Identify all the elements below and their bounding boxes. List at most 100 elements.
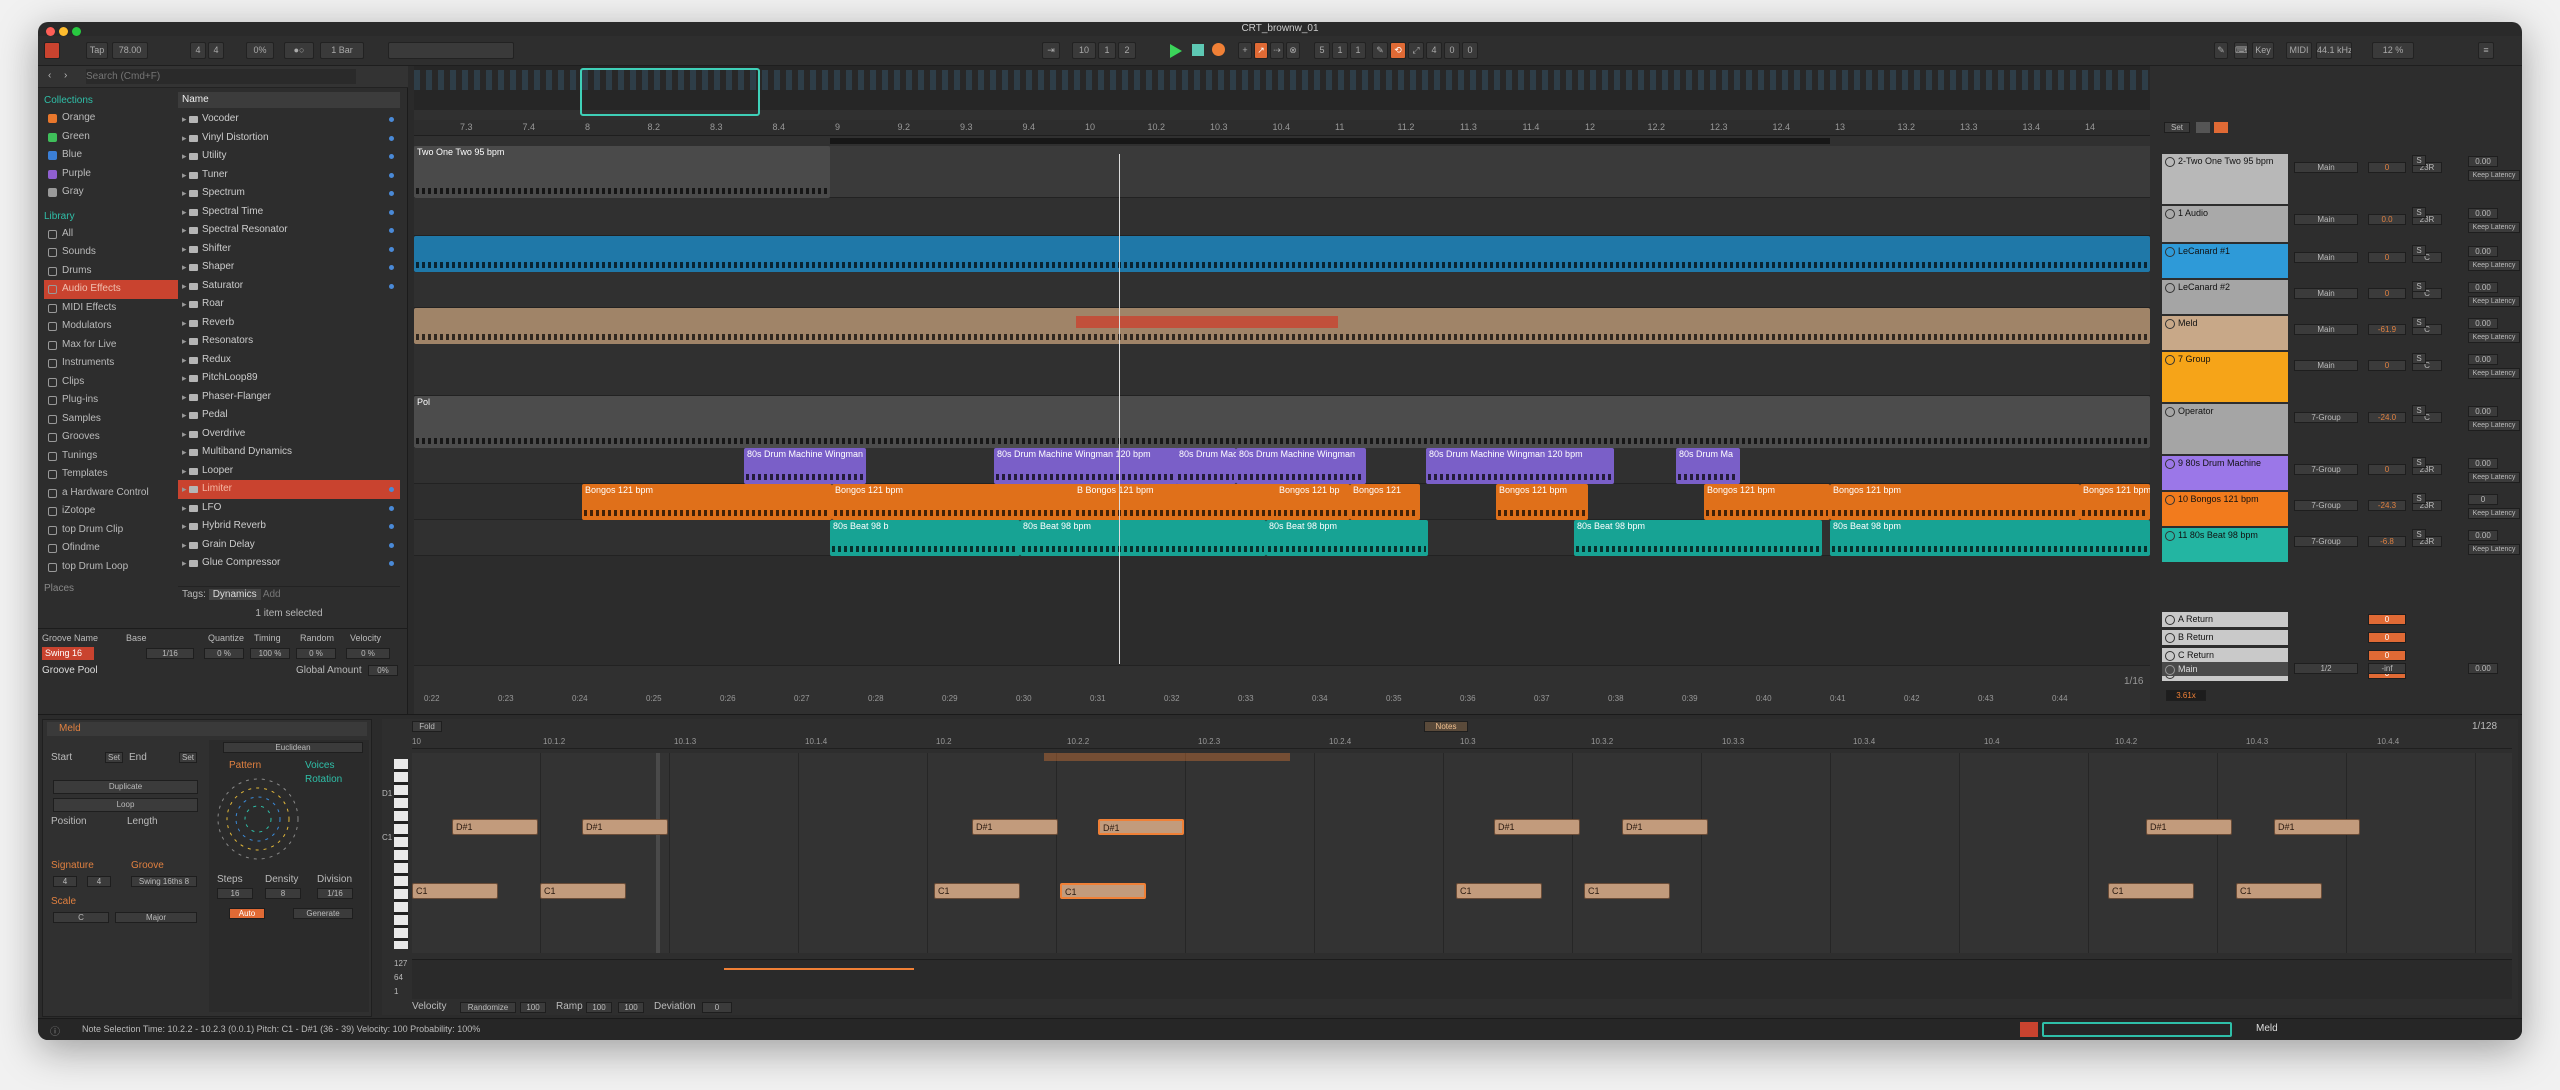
audio-clip[interactable]: 80s Drum Machine Wingman bbox=[1236, 448, 1366, 484]
browser-item[interactable]: Limiter bbox=[178, 480, 400, 499]
deviation-value[interactable]: 0 bbox=[702, 1002, 732, 1013]
track-header[interactable]: LeCanard #1 bbox=[2162, 244, 2288, 278]
keep-latency-button[interactable]: Keep Latency bbox=[2468, 508, 2520, 519]
minimize-window-button[interactable] bbox=[59, 27, 68, 36]
midi-note-d-sharp[interactable]: D#1 bbox=[2146, 819, 2232, 835]
euclid-mode[interactable]: Euclidean bbox=[223, 742, 363, 753]
swing-field[interactable]: 0% bbox=[246, 42, 274, 59]
midi-note-d-sharp[interactable]: D#1 bbox=[1098, 819, 1184, 835]
audio-clip[interactable]: Bongos 121 bpm bbox=[1704, 484, 1830, 520]
status-track-field[interactable] bbox=[2042, 1022, 2232, 1037]
track-db[interactable]: 0.00 bbox=[2468, 156, 2498, 167]
track-volume[interactable]: 0.0 bbox=[2368, 214, 2406, 225]
add-tag[interactable]: Add bbox=[263, 589, 281, 600]
position-sub[interactable]: 2 bbox=[1118, 42, 1136, 59]
track-fold-icon[interactable] bbox=[2165, 283, 2175, 293]
start-set[interactable]: Set bbox=[105, 752, 123, 763]
library-item[interactable]: Plug-ins bbox=[44, 391, 178, 410]
note-loop-bar[interactable] bbox=[1044, 753, 1290, 761]
tap-button[interactable]: Tap bbox=[86, 42, 108, 59]
midi-arrangement-field[interactable] bbox=[388, 42, 514, 59]
audio-clip[interactable]: Bongos 121 bpm bbox=[2080, 484, 2150, 520]
browser-item[interactable]: Shifter bbox=[178, 240, 400, 259]
clip-groove-select[interactable]: Swing 16ths 8 bbox=[131, 876, 197, 887]
bar-ruler[interactable]: 7.3 7.4 8 8.2 8.3 8.4 9 9.2 9.3 9.4 10 10.2 10.3 10.4… bbox=[414, 120, 2150, 136]
track-db[interactable]: 0.00 bbox=[2468, 208, 2498, 219]
loop-length-beat[interactable]: 0 bbox=[1444, 42, 1460, 59]
zoom-level[interactable]: 3.61x bbox=[2166, 690, 2206, 701]
track-header[interactable]: 9 80s Drum Machine bbox=[2162, 456, 2288, 490]
collection-item[interactable]: Purple bbox=[44, 165, 178, 184]
clip-sig-num[interactable]: 4 bbox=[53, 876, 77, 887]
audio-clip[interactable]: Bongos 121 bpm bbox=[582, 484, 832, 520]
track-db[interactable]: 0.00 bbox=[2468, 458, 2498, 469]
track-output-route[interactable]: 7-Group bbox=[2294, 536, 2358, 547]
track-header[interactable]: 10 Bongos 121 bpm bbox=[2162, 492, 2288, 526]
audio-clip[interactable]: 80s Beat 98 bpm bbox=[1830, 520, 2150, 556]
main-route[interactable]: 1/2 bbox=[2294, 663, 2358, 674]
track-fold-icon[interactable] bbox=[2165, 615, 2175, 625]
overview-viewport[interactable] bbox=[580, 68, 760, 116]
track-lane[interactable] bbox=[414, 556, 2150, 666]
piano-ruler[interactable]: 10 10.1.2 10.1.3 10.1.4 10.2 10.2.2 10.2.3 10.2… bbox=[412, 737, 2512, 749]
keep-latency-button[interactable]: Keep Latency bbox=[2468, 544, 2520, 555]
track-fold-icon[interactable] bbox=[2165, 355, 2175, 365]
browser-item[interactable]: Phaser-Flanger bbox=[178, 388, 400, 407]
audio-clip[interactable]: 80s Drum Machine Wingman 120 bpm bbox=[994, 448, 1178, 484]
track-fold-icon[interactable] bbox=[2165, 633, 2175, 643]
keep-latency-button[interactable]: Keep Latency bbox=[2468, 260, 2520, 271]
audio-clip[interactable]: Bongos 121 bpm bbox=[1830, 484, 2080, 520]
arrangement-record-icon[interactable]: + bbox=[1238, 42, 1252, 59]
track-lane[interactable] bbox=[414, 198, 2150, 236]
back-icon[interactable]: ‹ bbox=[48, 70, 51, 81]
browser-item[interactable]: Pedal bbox=[178, 406, 400, 425]
quantize-dropdown[interactable]: 1 Bar bbox=[320, 42, 364, 59]
loop-start-sub[interactable]: 1 bbox=[1350, 42, 1366, 59]
keep-latency-button[interactable]: Keep Latency bbox=[2468, 368, 2520, 379]
track-header[interactable]: 7 Group bbox=[2162, 352, 2288, 402]
search-input[interactable] bbox=[86, 69, 356, 84]
end-set[interactable]: Set bbox=[179, 752, 197, 763]
clip-sig-den[interactable]: 4 bbox=[87, 876, 111, 887]
track-mute-button[interactable]: S bbox=[2412, 245, 2426, 256]
track-fold-icon[interactable] bbox=[2165, 247, 2175, 257]
track-mute-button[interactable]: S bbox=[2412, 457, 2426, 468]
browser-item[interactable]: Spectral Time bbox=[178, 203, 400, 222]
loop-start-beat[interactable]: 1 bbox=[1332, 42, 1348, 59]
track-fold-icon[interactable] bbox=[2165, 651, 2175, 661]
audio-clip[interactable]: Bongos 121 bp bbox=[1276, 484, 1350, 520]
playhead[interactable] bbox=[1119, 154, 1120, 664]
track-fold-icon[interactable] bbox=[2165, 459, 2175, 469]
track-output-route[interactable]: Main bbox=[2294, 360, 2358, 371]
track-output-route[interactable]: 7-Group bbox=[2294, 500, 2358, 511]
track-db[interactable]: 0.00 bbox=[2468, 318, 2498, 329]
menu-icon[interactable]: ≡ bbox=[2478, 42, 2494, 59]
track-volume[interactable]: 0 bbox=[2368, 162, 2406, 173]
midi-note-c[interactable]: C1 bbox=[1584, 883, 1670, 899]
browser-item[interactable]: Looper bbox=[178, 462, 400, 481]
browser-item[interactable]: PitchLoop89 bbox=[178, 369, 400, 388]
track-output-route[interactable]: 7-Group bbox=[2294, 412, 2358, 423]
library-item[interactable]: Templates bbox=[44, 465, 178, 484]
track-volume[interactable]: 0 bbox=[2368, 360, 2406, 371]
note-grid[interactable]: D#1 D#1 D#1 D#1 D#1 D#1 D#1 D#1 C1 C1 C1 C1 C1 C1 C1 C1 bbox=[412, 753, 2512, 953]
auto-button[interactable]: Auto bbox=[229, 908, 265, 919]
position-bar[interactable]: 10 bbox=[1072, 42, 1096, 59]
track-header[interactable]: 1 Audio bbox=[2162, 206, 2288, 242]
punch-icon[interactable]: ⇢ bbox=[1270, 42, 1284, 59]
tag-chip[interactable]: Dynamics bbox=[208, 589, 261, 600]
audio-clip[interactable]: Two One Two 95 bpm bbox=[414, 146, 830, 198]
library-item[interactable]: Max for Live bbox=[44, 336, 178, 355]
randomize-amount[interactable]: 100 bbox=[520, 1002, 546, 1013]
browser-item[interactable]: Tuner bbox=[178, 166, 400, 185]
generate-button[interactable]: Generate bbox=[293, 908, 353, 919]
return-volume[interactable]: 0 bbox=[2368, 632, 2406, 643]
track-output-route[interactable]: Main bbox=[2294, 214, 2358, 225]
audio-clip[interactable]: 80s Beat 98 b bbox=[830, 520, 1020, 556]
keep-latency-button[interactable]: Keep Latency bbox=[2468, 472, 2520, 483]
library-item[interactable]: Samples bbox=[44, 410, 178, 429]
keep-latency-button[interactable]: Keep Latency bbox=[2468, 296, 2520, 307]
keep-latency-button[interactable]: Keep Latency bbox=[2468, 170, 2520, 181]
return-track-header[interactable]: B Return bbox=[2162, 630, 2288, 645]
loop-button[interactable]: Loop bbox=[53, 798, 198, 812]
